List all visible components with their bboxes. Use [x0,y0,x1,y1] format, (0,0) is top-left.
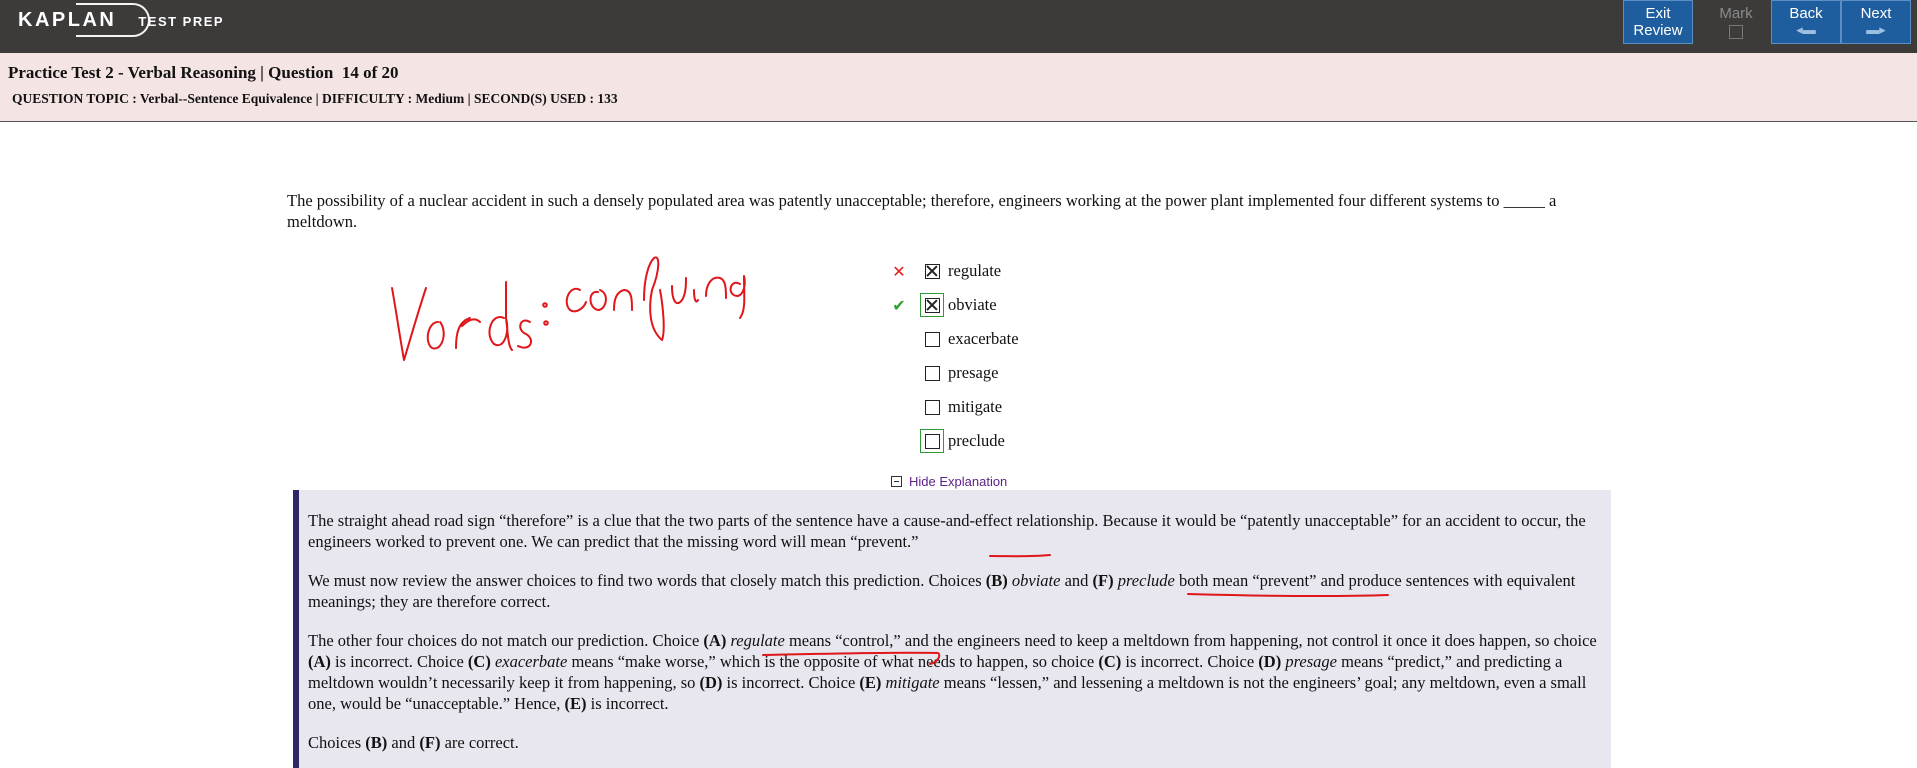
term: mitigate [885,673,940,692]
explanation-paragraph-2: We must now review the answer choices to… [308,570,1605,612]
exit-review-label-2: Review [1633,22,1683,39]
next-label: Next [1860,5,1892,22]
back-label: Back [1789,5,1823,22]
choice-ref: (A) [308,652,331,671]
choice-e-checkbox-frame [920,395,944,419]
choice-ref: (F) [1092,571,1114,590]
mark-checkbox-icon [1729,25,1743,39]
choice-c-checkbox-frame [920,327,944,351]
text-run: are correct. [440,733,519,752]
choice-c-checkbox[interactable] [924,331,940,347]
exit-review-button[interactable]: Exit Review [1623,0,1693,44]
choice-d-checkbox-frame [920,361,944,385]
explanation-paragraph-1: The straight ahead road sign “therefore”… [308,511,1586,551]
question-title: Practice Test 2 - Verbal Reasoning | Que… [8,63,399,82]
text-run: and [387,733,420,752]
text-run: is incorrect. Choice [722,673,860,692]
choice-ref: (D) [699,673,723,692]
kaplan-logo: KAPLAN TEST PREP [18,3,224,37]
correct-check-icon: ✔ [892,295,906,315]
choice-a-checkbox-frame [920,259,944,283]
choice-e-checkbox[interactable] [924,399,940,415]
choice-a-label: regulate [948,261,1002,280]
explanation-paragraph-4: Choices (B) and (F) are correct. [308,732,1605,753]
logo-subtitle: TEST PREP [138,13,225,29]
choice-ref: (D) [1258,652,1282,671]
text-run: means “control,” and the engineers need … [784,631,1597,650]
arrow-left-icon: ◂▬ [1796,22,1816,37]
choice-e-label: mitigate [948,397,1003,416]
choice-ref: (C) [467,652,491,671]
explanation-panel: The straight ahead road sign “therefore”… [293,490,1611,768]
text-run: The other four choices do not match our … [308,631,704,650]
text-run: is incorrect. Choice [330,652,468,671]
mark-label: Mark [1719,5,1753,22]
term: obviate [1011,571,1061,590]
choice-c-label: exacerbate [948,329,1019,348]
text-run: is incorrect. Choice [1121,652,1259,671]
next-button[interactable]: Next ▬▸ [1841,0,1911,44]
exit-review-label-1: Exit [1645,5,1671,22]
collapse-icon [891,476,902,487]
mark-button[interactable]: Mark [1701,0,1771,44]
text-run: and [1060,571,1093,590]
question-stem: The possibility of a nuclear accident in… [287,191,1557,231]
choice-ref: (F) [419,733,441,752]
text-run: We must now review the answer choices to… [308,571,986,590]
back-button[interactable]: Back ◂▬ [1771,0,1841,44]
choice-ref: (A) [703,631,727,650]
term: exacerbate [494,652,568,671]
term: presage [1285,652,1337,671]
choice-b-label: obviate [948,295,997,314]
choice-d-label: presage [948,363,999,382]
choice-f-checkbox[interactable] [924,433,940,449]
hide-explanation-toggle[interactable]: Hide Explanation [891,474,1007,489]
term: regulate [730,631,785,650]
explanation-paragraph-3: The other four choices do not match our … [308,630,1605,714]
choice-f-checkbox-frame [920,429,944,453]
choice-b-checkbox-frame [920,293,944,317]
choice-f-label: preclude [948,431,1005,450]
choice-ref: (B) [365,733,388,752]
question-meta: QUESTION TOPIC : Verbal--Sentence Equiva… [12,91,618,106]
choice-b-checkbox[interactable] [924,297,940,313]
hide-explanation-label: Hide Explanation [909,474,1008,489]
text-run: Choices [308,733,366,752]
handwritten-note [391,256,746,361]
question-header: Practice Test 2 - Verbal Reasoning | Que… [0,53,1917,122]
incorrect-x-icon: ✕ [892,261,906,281]
choice-a-checkbox[interactable] [924,263,940,279]
term: preclude [1117,571,1175,590]
choice-d-checkbox[interactable] [924,365,940,381]
choice-ref: (E) [564,694,587,713]
choice-ref: (B) [985,571,1008,590]
choice-ref: (E) [859,673,882,692]
text-run: means “make worse,” which is the opposit… [567,652,1099,671]
logo-swoosh [76,3,150,37]
choice-ref: (C) [1098,652,1122,671]
arrow-right-icon: ▬▸ [1866,22,1886,37]
top-bar: KAPLAN TEST PREP Exit Review Mark Back ◂… [0,0,1917,53]
text-run: is incorrect. [586,694,669,713]
